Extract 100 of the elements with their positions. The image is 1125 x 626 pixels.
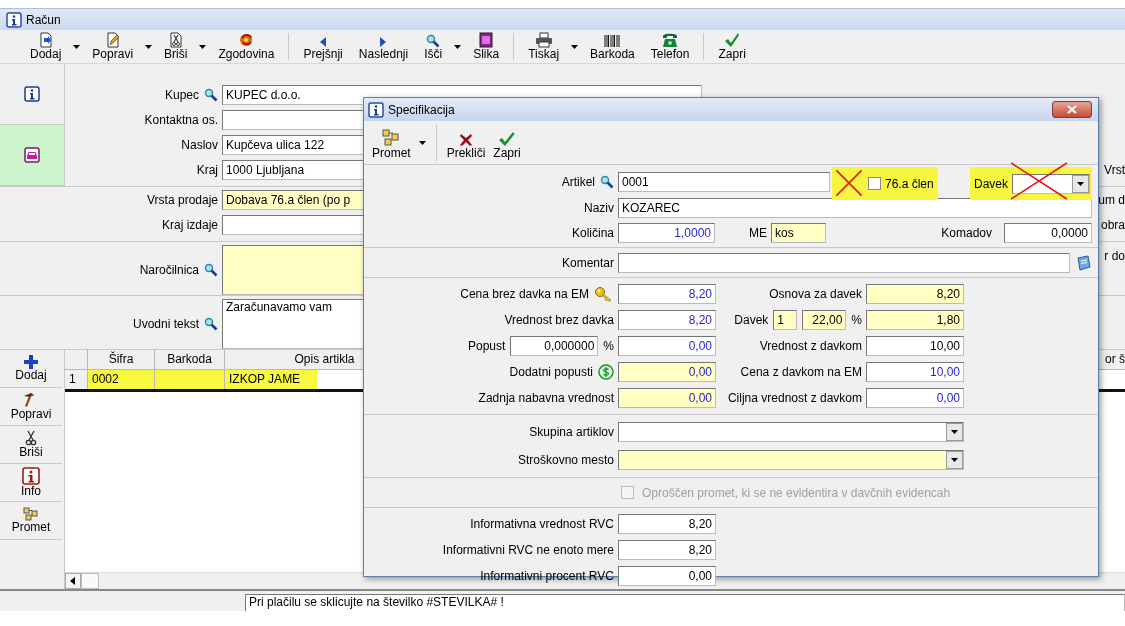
field-label: Davek [974, 176, 1008, 191]
dialog-title: Specifikacija [388, 102, 455, 117]
field-label: Popust [467, 339, 506, 353]
column-header[interactable]: Barkoda [155, 350, 225, 369]
input-field[interactable]: 8,20 [618, 540, 716, 560]
app-icon [368, 101, 384, 118]
input-field[interactable]: 0,00 [618, 362, 716, 382]
input-field[interactable]: kos [771, 222, 826, 243]
column-header[interactable]: Šifra [88, 350, 155, 369]
close-button[interactable] [1052, 101, 1092, 118]
unit-label: % [851, 313, 862, 327]
input-field[interactable]: 8,20 [618, 514, 716, 534]
input-field[interactable]: Pri plačilu se sklicujte na številko #STEVILKA# ! [245, 594, 1125, 611]
input-field[interactable] [618, 252, 1070, 273]
caret-icon [951, 430, 958, 434]
input-field[interactable]: 1,80 [866, 310, 964, 330]
field-label: Količina [571, 225, 614, 240]
field-label: Uvodni tekst [132, 317, 199, 331]
input-field[interactable]: 0001 [618, 171, 830, 192]
checkbox-label: Oproščen promet, ki se ne evidentira v davčnih evidencah [642, 485, 951, 500]
caret-icon [418, 140, 426, 145]
toolbar-button[interactable]: Slika [465, 30, 508, 63]
car-icon [24, 147, 40, 163]
toolbar-button[interactable]: Barkoda [582, 30, 643, 63]
input-field[interactable]: 8,20 [618, 284, 716, 304]
input-field[interactable]: 0,00 [618, 336, 716, 356]
side-tab[interactable] [0, 125, 65, 186]
input-field[interactable]: 10,00 [866, 362, 964, 382]
input-field[interactable]: 8,20 [866, 284, 964, 304]
add-document-icon [37, 32, 54, 48]
scroll-left-button[interactable] [65, 573, 81, 589]
toolbar-button[interactable]: Naslednji [350, 30, 417, 63]
input-field[interactable]: 10,00 [866, 336, 964, 356]
dropdown-button[interactable] [946, 451, 963, 469]
field-label: Dodatni popusti [509, 365, 593, 379]
field-label: Informativni RVC ne enoto mere [442, 543, 614, 557]
input-field[interactable]: 0,00 [618, 566, 716, 586]
toolbar-button[interactable]: Popravi [84, 30, 142, 63]
toolbar-button[interactable]: Zgodovina [210, 30, 283, 63]
toolbar-button[interactable]: Telefon [642, 30, 698, 63]
dropdown-field[interactable] [618, 450, 964, 470]
field-label: Osnova za davek [769, 287, 862, 301]
input-field[interactable]: 8,20 [618, 310, 716, 330]
toolbar-button[interactable]: Prekliči [442, 121, 490, 164]
toolbar-button[interactable]: Zapri [489, 121, 525, 164]
field-label: Cena z davkom na EM [740, 365, 862, 379]
checkbox[interactable] [868, 177, 881, 190]
dropdown-field[interactable] [618, 422, 964, 442]
field-label: Vrednost brez davka [504, 313, 614, 327]
app-icon [6, 11, 22, 28]
toolbar-button[interactable]: Dodaj [22, 30, 70, 63]
column-header[interactable]: or š [1105, 350, 1125, 369]
field-label: Skupina artiklov [529, 425, 614, 439]
toolbar-button[interactable]: Zapri [710, 30, 754, 63]
scissors-document-icon [167, 32, 184, 48]
input-field[interactable]: 0,0000 [1004, 222, 1092, 243]
caret-icon [73, 44, 81, 49]
toolbar-button[interactable]: Išči [416, 30, 451, 63]
input-field[interactable]: 0,00 [866, 388, 964, 408]
key-icon [594, 286, 614, 302]
input-field[interactable]: 22,00 [802, 310, 847, 330]
field-label: r do [1104, 249, 1125, 263]
dropdown-button[interactable] [1072, 174, 1089, 193]
scrollbar-thumb[interactable] [81, 573, 99, 589]
field-label: ME [749, 225, 767, 240]
caret-icon [571, 44, 579, 49]
dropdown-field[interactable] [1012, 173, 1090, 194]
unit-label: % [603, 339, 614, 353]
input-field[interactable]: 0,00 [618, 388, 716, 408]
input-field[interactable]: 0,000000 [510, 336, 599, 356]
toolbar-button[interactable]: Promet [368, 121, 415, 164]
caret-icon [951, 458, 958, 462]
field-label: Naročilnica [139, 263, 199, 277]
side-button[interactable]: Info [0, 464, 62, 502]
field-label: Naslov [181, 137, 218, 152]
toolbar-button[interactable]: Prejšnji [295, 30, 351, 63]
x-mark-icon [459, 133, 473, 147]
dropdown-button[interactable] [946, 423, 963, 441]
toolbar-button[interactable]: Tiskaj [520, 30, 568, 63]
checkmark-icon [724, 32, 741, 48]
field-label: Artikel [561, 174, 595, 189]
note-icon [1076, 254, 1092, 271]
field-label: Stroškovno mesto [517, 453, 614, 467]
side-tab[interactable] [0, 64, 65, 125]
input-field[interactable]: 1 [773, 310, 798, 330]
telephone-icon [661, 32, 680, 48]
field-label: Vrsta prodaje [147, 192, 218, 207]
input-field[interactable]: KOZAREC [618, 197, 1092, 218]
picture-frame-icon [478, 32, 495, 48]
field-label: Cena brez davka na EM [460, 287, 589, 301]
blocks-icon [381, 129, 402, 147]
search-icon [600, 174, 614, 189]
plus-icon [24, 355, 38, 369]
field-label: Davek [734, 313, 769, 327]
toolbar-button[interactable]: Briši [156, 30, 196, 63]
field-label: Naziv [584, 200, 614, 215]
field-label: Ciljna vrednost z davkom [727, 391, 862, 405]
field-label: Komentar [561, 255, 614, 270]
input-field[interactable]: 1,0000 [618, 222, 715, 243]
field-label: Kraj [196, 162, 218, 177]
